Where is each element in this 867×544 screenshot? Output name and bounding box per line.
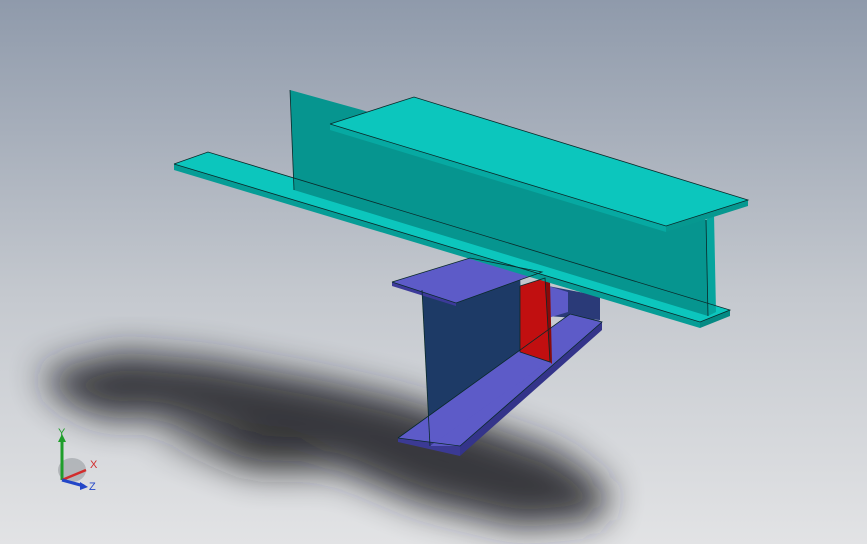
graphics-viewport[interactable]: Y X Z (0, 0, 867, 544)
triad-x-label: X (90, 459, 98, 471)
triad-y-label: Y (58, 427, 66, 439)
coordinate-triad: Y X Z (58, 427, 98, 493)
triad-z-arrow (80, 482, 88, 490)
model-scene[interactable] (0, 0, 867, 544)
triad-z-label: Z (89, 481, 96, 493)
